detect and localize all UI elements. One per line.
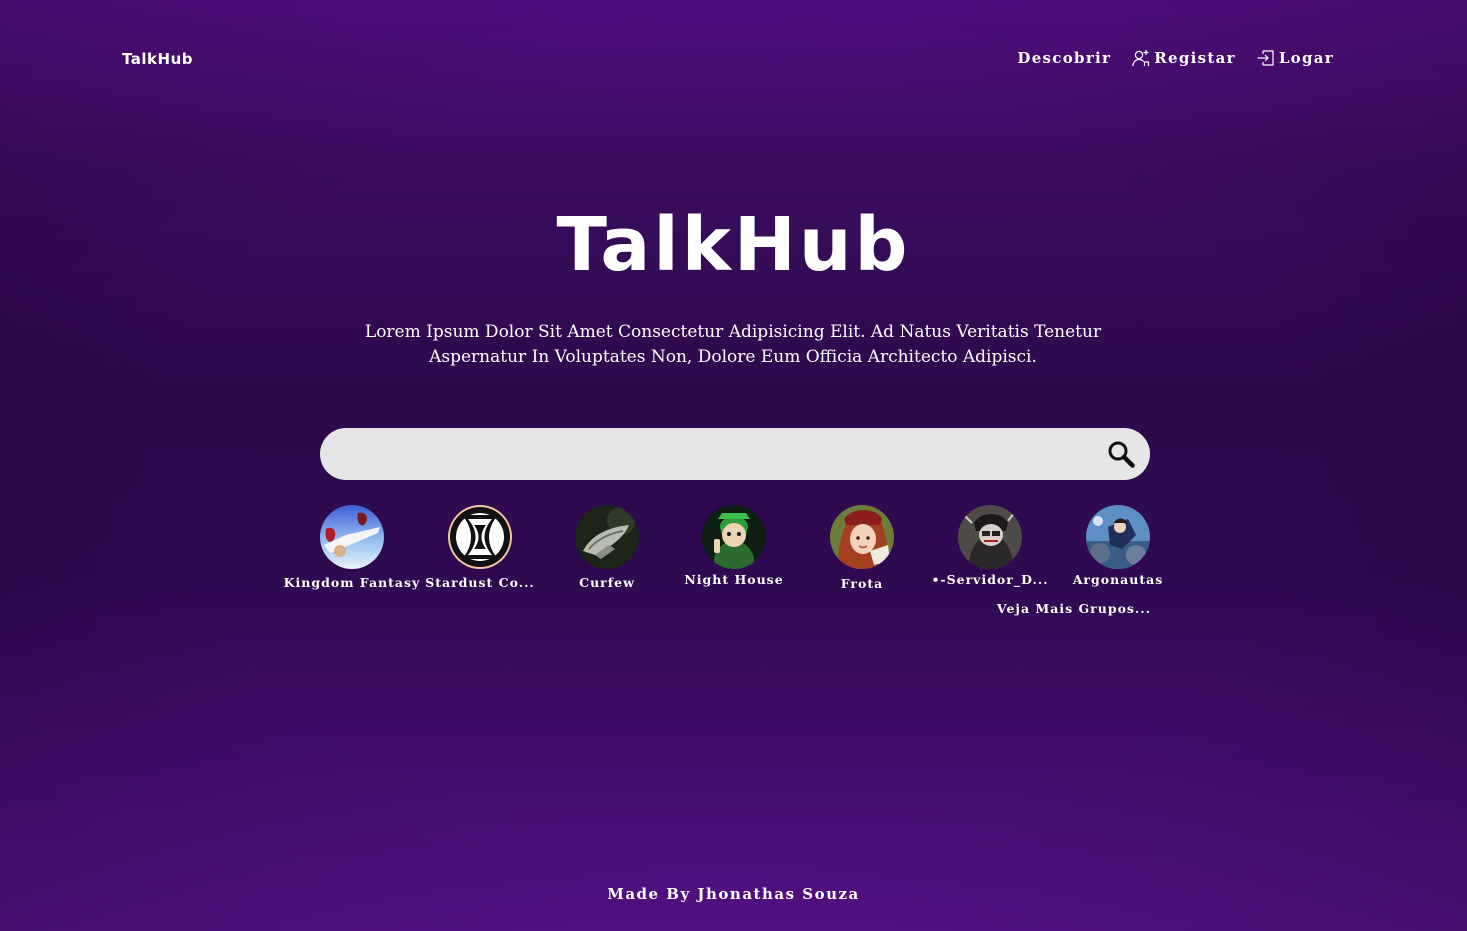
group-avatar — [320, 505, 384, 569]
group-list: Kingdom Fantasy Stardust Co... Curfew Ni… — [270, 505, 1198, 595]
login-icon — [1257, 50, 1274, 66]
nav-registar[interactable]: Registar — [1131, 48, 1236, 68]
top-nav: Descobrir Registar Logar — [1017, 48, 1334, 68]
group-item-curfew[interactable]: Curfew — [543, 505, 671, 590]
group-item-frota[interactable]: Frota — [798, 505, 926, 591]
group-avatar — [448, 505, 512, 569]
group-name: Frota — [840, 576, 884, 591]
group-item-stardust[interactable]: Stardust Co... — [416, 505, 544, 590]
group-item-night-house[interactable]: Night House — [670, 505, 798, 587]
group-item-servidor[interactable]: •-Servidor_D... — [926, 505, 1054, 587]
hero-description: Lorem Ipsum Dolor Sit Amet Consectetur A… — [364, 322, 1102, 367]
group-item-argonautas[interactable]: Argonautas — [1054, 505, 1182, 587]
group-avatar — [830, 505, 894, 569]
group-avatar — [1086, 505, 1150, 569]
group-name: Kingdom Fantasy — [283, 575, 421, 590]
search-icon — [1108, 441, 1135, 468]
nav-registar-label: Registar — [1154, 49, 1236, 67]
nav-descobrir[interactable]: Descobrir — [1017, 49, 1111, 67]
group-name: •-Servidor_D... — [931, 572, 1049, 587]
group-avatar — [575, 505, 639, 569]
search-bar — [320, 428, 1150, 482]
group-name: Stardust Co... — [425, 575, 535, 590]
nav-logar[interactable]: Logar — [1256, 48, 1334, 68]
group-name: Argonautas — [1072, 572, 1164, 587]
nav-descobrir-label: Descobrir — [1017, 49, 1112, 67]
search-button[interactable] — [1104, 437, 1138, 471]
group-name: Curfew — [579, 575, 635, 590]
search-input[interactable] — [344, 428, 1088, 482]
group-item-kingdom-fantasy[interactable]: Kingdom Fantasy — [284, 505, 419, 590]
footer-credit: Made By Jhonathas Souza — [607, 885, 860, 903]
add-user-icon — [1132, 50, 1150, 67]
group-avatar — [958, 505, 1022, 569]
hero-title: TalkHub — [556, 202, 911, 288]
site-logo[interactable]: TalkHub — [122, 50, 193, 68]
nav-logar-label: Logar — [1278, 49, 1334, 67]
see-more-groups-link[interactable]: Veja Mais Grupos... — [997, 601, 1151, 616]
group-avatar — [702, 505, 766, 569]
group-name: Night House — [684, 572, 784, 587]
